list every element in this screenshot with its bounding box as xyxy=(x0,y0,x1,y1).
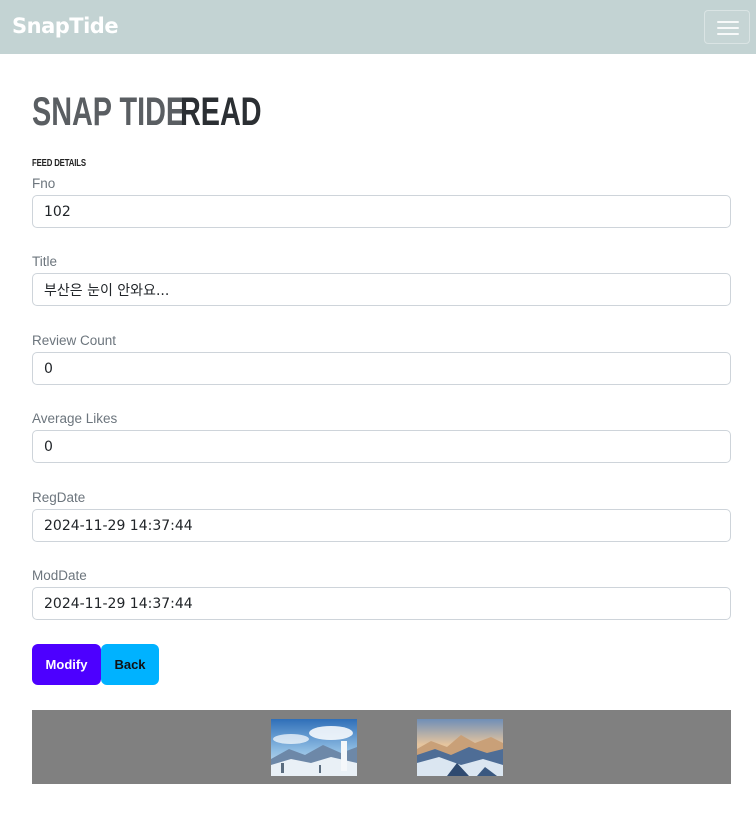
back-button[interactable]: Back xyxy=(101,644,159,685)
regdate-input[interactable] xyxy=(32,509,731,542)
field-label: RegDate xyxy=(32,490,86,505)
field-title: Title xyxy=(32,253,731,306)
field-label: Average Likes xyxy=(32,411,118,426)
snowy-mountain-sunrise-photo[interactable] xyxy=(417,719,503,776)
navbar: SnapTide xyxy=(0,0,756,54)
brand-logo[interactable]: SnapTide xyxy=(12,12,119,40)
field-regdate: RegDate xyxy=(32,489,731,542)
snowy-mountain-sky-photo[interactable] xyxy=(271,719,357,776)
review-count-input[interactable] xyxy=(32,352,731,385)
field-moddate: ModDate xyxy=(32,567,731,620)
field-label: Fno xyxy=(32,176,56,191)
image-gallery xyxy=(32,710,731,784)
section-label: FEED DETAILS xyxy=(32,158,86,169)
average-likes-input[interactable] xyxy=(32,430,731,463)
page-title-action: READ xyxy=(180,90,262,134)
field-label: Review Count xyxy=(32,333,117,348)
menu-toggle-button[interactable] xyxy=(704,10,750,44)
page-title-brand: SNAP TIDE xyxy=(32,90,186,134)
page-title: SNAP TIDEREAD xyxy=(32,90,293,134)
title-input[interactable] xyxy=(32,273,731,306)
hamburger-icon-bar xyxy=(717,27,739,29)
field-label: ModDate xyxy=(32,568,87,583)
field-fno: Fno xyxy=(32,175,731,228)
moddate-input[interactable] xyxy=(32,587,731,620)
modify-button[interactable]: Modify xyxy=(32,644,101,685)
field-review-count: Review Count xyxy=(32,332,731,385)
field-average-likes: Average Likes xyxy=(32,410,731,463)
fno-input[interactable] xyxy=(32,195,731,228)
field-label: Title xyxy=(32,254,58,269)
hamburger-icon xyxy=(717,21,739,23)
hamburger-icon-bar xyxy=(717,33,739,35)
